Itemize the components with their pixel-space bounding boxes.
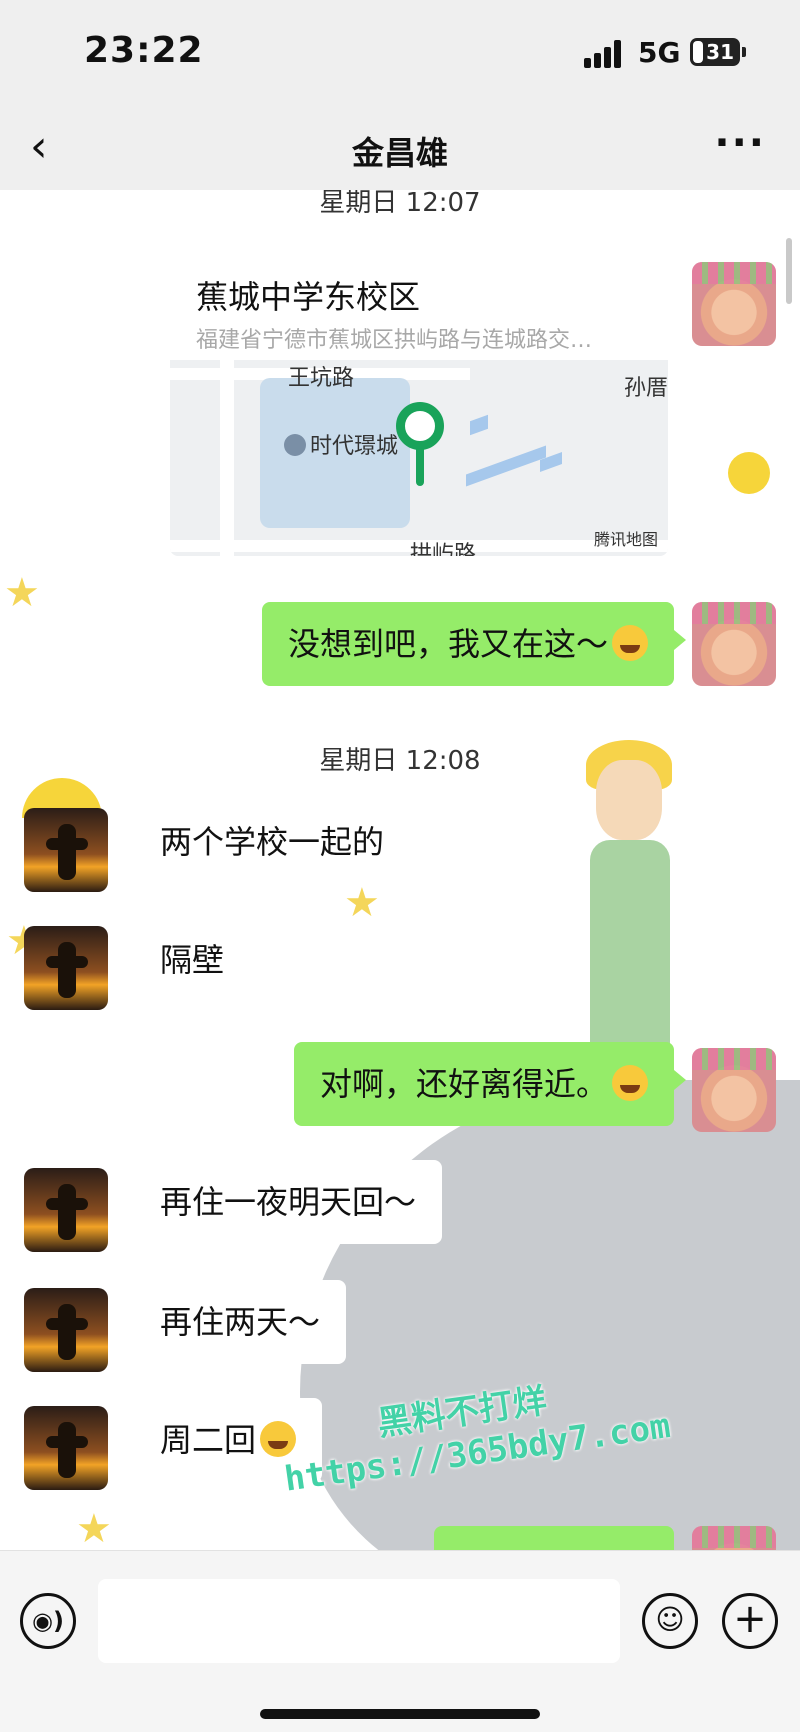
battery-icon: 31	[690, 38, 746, 66]
my-avatar[interactable]	[692, 602, 776, 686]
message-text: 周二回	[160, 1421, 257, 1459]
nav-bar: ‹ 金昌雄 ···	[0, 110, 800, 190]
chat-area[interactable]: ★ ★ ★ ★ 星期日 12:07 蕉城中学东校区 福建省宁德市蕉城区拱屿路与连…	[0, 190, 800, 1550]
map-preview[interactable]: 王坑路 孙厝 时代璟城 拱屿路 腾讯地图	[170, 360, 668, 556]
my-message[interactable]: 对啊，还好离得近。	[293, 1042, 687, 1126]
message-text: 再住一夜明天回～	[160, 1183, 417, 1221]
location-title: 蕉城中学东校区	[196, 278, 421, 316]
contact-avatar[interactable]	[24, 1168, 108, 1252]
map-poi-label: 时代璟城	[310, 434, 399, 459]
smile-icon[interactable]: ☺	[642, 1593, 698, 1649]
battery-level: 31	[706, 40, 734, 64]
map-label: 拱屿路	[410, 542, 477, 556]
laughing-emoji-icon	[612, 625, 648, 661]
contact-avatar[interactable]	[24, 1406, 108, 1490]
scrollbar[interactable]	[786, 238, 792, 304]
home-icon	[284, 434, 306, 456]
message-text: 再住两天～	[160, 1303, 321, 1341]
network-type: 5G	[638, 36, 681, 69]
my-avatar[interactable]	[692, 1048, 776, 1132]
map-poi: 时代璟城	[284, 428, 398, 460]
contact-avatar[interactable]	[24, 926, 108, 1010]
voice-icon[interactable]: ◉)	[20, 1593, 76, 1649]
contact-avatar[interactable]	[24, 808, 108, 892]
timestamp: 星期日 12:08	[319, 746, 481, 776]
status-time: 23:22	[84, 30, 204, 71]
star-icon: ★	[344, 880, 380, 926]
my-avatar[interactable]	[692, 262, 776, 346]
location-card[interactable]: 蕉城中学东校区 福建省宁德市蕉城区拱屿路与连城路交… 王坑路 孙厝 时代璟城 拱…	[170, 250, 668, 556]
location-pin-icon	[396, 402, 444, 450]
message-input[interactable]	[98, 1579, 620, 1663]
chat-title: 金昌雄	[351, 134, 448, 172]
signal-icon	[584, 40, 624, 68]
message-text: 对啊，还好离得近。	[319, 1065, 608, 1103]
contact-message[interactable]: 两个学校一起的	[121, 800, 411, 884]
contact-message[interactable]: 再住一夜明天回～	[121, 1160, 443, 1244]
my-message[interactable]	[434, 1526, 674, 1550]
plus-icon[interactable]: +	[722, 1593, 778, 1649]
contact-message[interactable]: 隔壁	[121, 918, 251, 1002]
input-bar: ◉) ☺ +	[0, 1550, 800, 1732]
map-label: 王坑路	[288, 366, 355, 391]
message-text: 没想到吧，我又在这～	[287, 625, 608, 663]
message-text: 隔壁	[160, 941, 225, 979]
location-address: 福建省宁德市蕉城区拱屿路与连城路交…	[196, 328, 593, 353]
contact-message[interactable]: 再住两天～	[121, 1280, 347, 1364]
crying-laughing-emoji-icon	[612, 1065, 648, 1101]
home-indicator[interactable]	[260, 1709, 540, 1719]
map-provider: 腾讯地图	[593, 530, 658, 549]
star-icon: ★	[4, 570, 40, 616]
my-avatar[interactable]	[692, 1526, 776, 1550]
contact-avatar[interactable]	[24, 1288, 108, 1372]
timestamp: 星期日 12:07	[319, 190, 481, 218]
my-message[interactable]: 没想到吧，我又在这～	[261, 602, 687, 686]
star-icon: ★	[76, 1506, 112, 1550]
map-label: 孙厝	[624, 376, 668, 401]
status-bar: 23:22 5G 31	[0, 0, 800, 110]
message-text: 两个学校一起的	[160, 823, 385, 861]
planet-icon	[728, 452, 770, 494]
more-icon[interactable]: ···	[714, 120, 766, 166]
location-pin-stem	[416, 448, 424, 486]
